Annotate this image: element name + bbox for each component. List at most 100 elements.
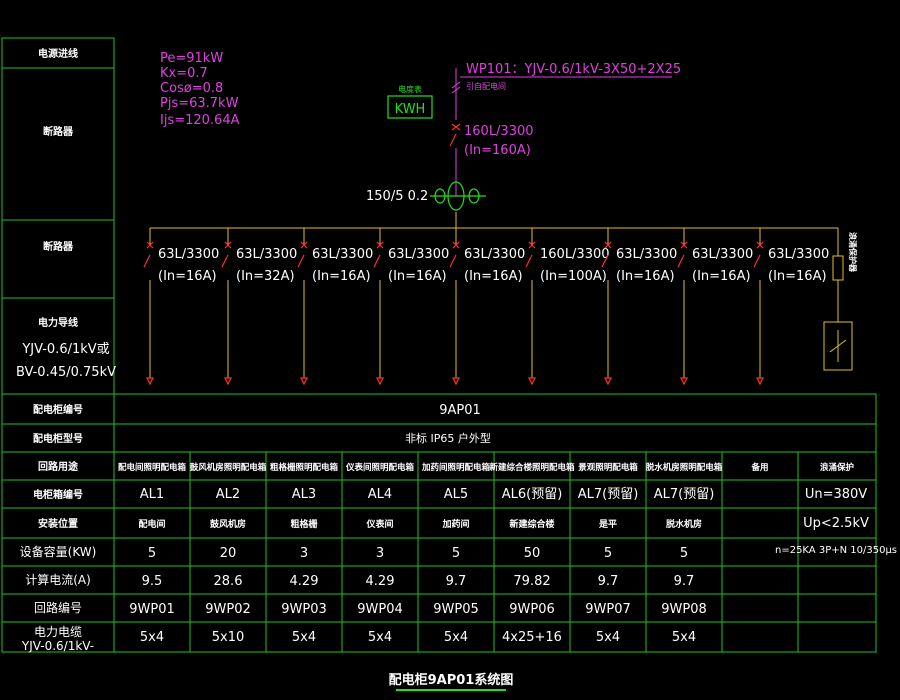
branch-in-2: (In=32A) [236,269,295,284]
branch-in-7: (In=16A) [616,269,675,284]
cable-type-2: BV-0.45/0.75kV [16,365,116,380]
current-3: 4.29 [290,574,319,589]
row-label-7: 计算电流(A) [25,572,91,587]
box-no-4: AL4 [368,487,392,502]
purpose-7: 景观照明配电箱 [578,462,638,473]
capacity-2: 20 [220,546,237,561]
row-label-9: 电力电缆 [34,625,82,639]
circuit-no-8: 9WP08 [661,602,707,617]
param-pjs: Pjs=63.7kW [160,96,239,111]
row-label-5: 安装位置 [38,517,78,530]
purpose-9: 备用 [750,462,768,473]
capacity-4: 3 [376,546,384,561]
branch-breaker-1: 63L/3300 [158,247,219,262]
cable-7: 5x4 [596,630,620,645]
purpose-1: 配电间照明配电箱 [118,462,187,473]
current-7: 9.7 [598,574,619,589]
capacity-5: 5 [452,546,460,561]
purpose-5: 加药间照明配电箱 [421,462,491,473]
location-5: 加药间 [441,518,469,530]
main-breaker-label: 断路器 [43,125,74,138]
param-pe: Pe=91kW [160,51,223,66]
cable-6: 4x25+16 [502,630,562,645]
cabinet-no: 9AP01 [439,403,481,418]
branch-breaker-label: 断路器 [43,240,74,253]
location-1: 配电间 [138,518,165,530]
load-params: Pe=91kW Kx=0.7 Cosø=0.8 Pjs=63.7kW Ijs=1… [160,51,240,128]
row-label-6: 设备容量(KW) [20,544,97,559]
branch-in-5: (In=16A) [464,269,523,284]
circuit-no-5: 9WP05 [433,602,479,617]
surge-value-2: Up<2.5kV [803,516,869,531]
box-no-5: AL5 [444,487,468,502]
row-label-4: 电柜箱编号 [33,488,83,501]
row-label-3: 回路用途 [38,460,79,473]
location-7: 是平 [598,519,617,530]
branch-circuits: 63L/3300 (In=16A) 63L/3300 (In=32A) 63L/3300… [143,228,829,386]
circuit-no-6: 9WP06 [509,602,555,617]
location-3: 粗格栅 [290,518,317,530]
current-5: 9.7 [446,574,467,589]
surge-value-3: n=25KA 3P+N 10/350µs [775,545,897,556]
incoming-label: 电源进线 [38,47,78,60]
purpose-8: 脱水机房照明配电箱 [646,462,723,473]
cable-3: 5x4 [292,630,316,645]
location-6: 新建综合楼 [509,518,554,530]
box-no-3: AL3 [292,487,316,502]
box-no-2: AL2 [216,487,240,502]
table-cells: 配电柜编号配电柜型号回路用途电柜箱编号安装位置设备容量(KW) 计算电流(A) 回路… [20,403,897,653]
purpose-3: 粗格栅照明配电箱 [270,462,339,473]
cable-2: 5x10 [212,630,245,645]
cable-8: 5x4 [672,630,696,645]
current-6: 79.82 [513,574,550,589]
circuit-no-4: 9WP04 [357,602,403,617]
box-no-8: AL7(预留) [654,487,715,502]
capacity-7: 5 [604,546,612,561]
purpose-10: 浪涌保护 [820,462,855,473]
branch-in-9: (In=16A) [768,269,827,284]
kwh-meter-text: KWH [395,102,426,117]
incoming-cable: WP101：YJV-0.6/1kV-3X50+2X25 [466,62,681,77]
circuit-no-1: 9WP01 [129,602,175,617]
branch-breaker-6: 160L/3300 [540,247,610,262]
current-2: 28.6 [214,574,243,589]
current-transformer-icon [430,181,486,211]
circuit-no-2: 9WP02 [205,602,251,617]
param-ijs: Ijs=120.64A [160,113,240,128]
purpose-6: 新建综合楼照明配电箱 [489,462,575,473]
location-8: 脱水机房 [666,518,702,530]
circuit-no-7: 9WP07 [585,602,631,617]
branch-breaker-9: 63L/3300 [768,247,829,262]
branch-breaker-2: 63L/3300 [236,247,297,262]
row-label-10: YJV-0.6/1kV- [21,639,94,653]
branch-breaker-4: 63L/3300 [388,247,449,262]
cable-type-1: YJV-0.6/1kV或 [21,342,109,357]
location-4: 仪表间 [365,518,393,530]
incoming-note: 引自配电间 [466,81,506,91]
branch-breaker-5: 63L/3300 [464,247,525,262]
cabinet-type: 非标 IP65 户外型 [405,431,491,445]
row-label-8: 回路编号 [34,600,82,615]
purpose-2: 鼓风机房照明配电箱 [190,462,267,473]
ct-ratio: 150/5 0.2 [366,189,428,204]
param-cos: Cosø=0.8 [160,81,223,96]
capacity-8: 5 [680,546,688,561]
branch-in-4: (In=16A) [388,269,447,284]
branch-in-3: (In=16A) [312,269,371,284]
capacity-1: 5 [148,546,156,561]
branch-breaker-3: 63L/3300 [312,247,373,262]
branch-breaker-8: 63L/3300 [692,247,753,262]
row-label-1: 配电柜编号 [33,403,83,416]
diagram-title: 配电柜9AP01系统图 [389,672,514,688]
cable-5: 5x4 [444,630,468,645]
cable-1: 5x4 [140,630,164,645]
branch-in-6: (In=100A) [540,269,607,284]
current-1: 9.5 [142,574,163,589]
main-breaker-in: (In=160A) [464,143,531,158]
capacity-6: 50 [524,546,541,561]
cable-4: 5x4 [368,630,392,645]
box-no-7: AL7(预留) [578,487,639,502]
system-diagram: 电源进线 断路器 断路器 电力导线 YJV-0.6/1kV或 BV-0.45/0… [1,37,897,691]
capacity-3: 3 [300,546,308,561]
branch-breaker-7: 63L/3300 [616,247,677,262]
